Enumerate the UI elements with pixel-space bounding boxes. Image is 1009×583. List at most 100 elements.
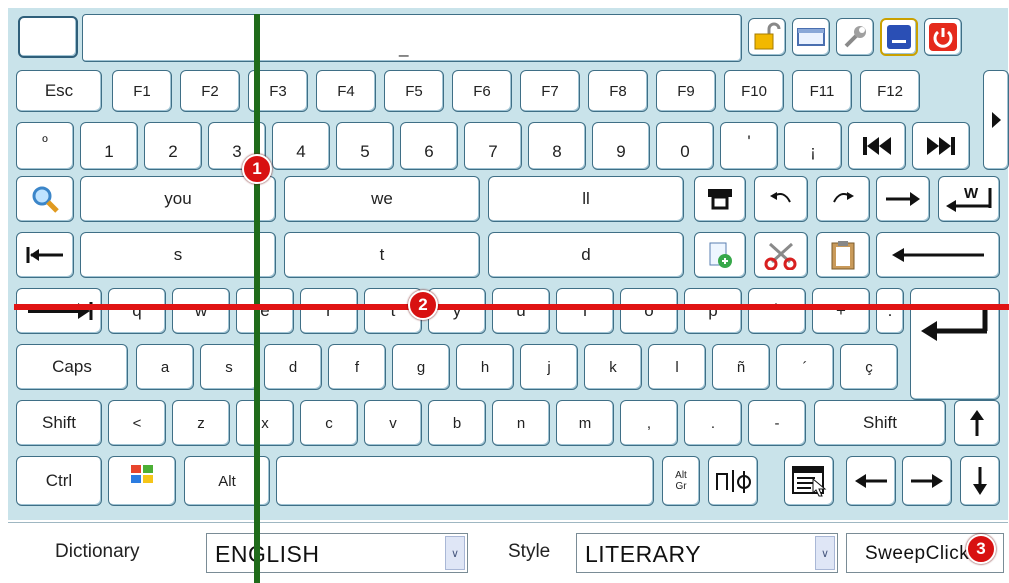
prediction-word-t[interactable]: t [284,232,480,278]
power-button[interactable] [924,18,962,56]
key-apostrophe[interactable]: ' [720,122,778,170]
key-f9[interactable]: F9 [656,70,716,112]
key-o[interactable]: o [620,288,678,334]
undo-button[interactable] [754,176,808,222]
chevron-down-icon[interactable]: ∨ [815,536,835,570]
key-f2[interactable]: F2 [180,70,240,112]
text-entry-field[interactable]: _ [82,14,742,62]
key-f7[interactable]: F7 [520,70,580,112]
key-d[interactable]: d [264,344,322,390]
dictionary-select[interactable]: ENGLISH ∨ [206,533,468,573]
key-f4[interactable]: F4 [316,70,376,112]
key-8[interactable]: 8 [528,122,586,170]
key-e[interactable]: e [236,288,294,334]
key-minus[interactable]: - [748,400,806,446]
key-6[interactable]: 6 [400,122,458,170]
key-less-than[interactable]: < [108,400,166,446]
prediction-box[interactable] [18,16,78,58]
space-bar[interactable] [276,456,654,506]
prediction-word-ll[interactable]: ll [488,176,684,222]
arrow-down-key[interactable] [960,456,1000,506]
key-f11[interactable]: F11 [792,70,852,112]
prediction-word-we[interactable]: we [284,176,480,222]
altgr-key[interactable]: Alt Gr [662,456,700,506]
key-5[interactable]: 5 [336,122,394,170]
key-inverted-exclamation[interactable]: ¡ [784,122,842,170]
key-7[interactable]: 7 [464,122,522,170]
arrow-right-key[interactable] [902,456,952,506]
key-ordinal[interactable]: º [16,122,74,170]
key-g[interactable]: g [392,344,450,390]
tab-forward-button[interactable] [876,176,930,222]
key-n-tilde[interactable]: ñ [712,344,770,390]
key-f10[interactable]: F10 [724,70,784,112]
windows-key[interactable] [108,456,176,506]
settings-button[interactable] [836,18,874,56]
redo-button[interactable] [816,176,870,222]
key-period-top[interactable]: . [876,288,904,334]
backtab-button[interactable] [16,232,74,278]
key-s[interactable]: s [200,344,258,390]
key-f8[interactable]: F8 [588,70,648,112]
paste-document-button[interactable] [694,232,746,278]
key-period[interactable]: . [684,400,742,446]
language-switch-key[interactable] [708,456,758,506]
key-q[interactable]: q [108,288,166,334]
arrow-up-key[interactable] [954,400,1000,446]
key-n[interactable]: n [492,400,550,446]
minimize-button[interactable] [880,18,918,56]
key-h[interactable]: h [456,344,514,390]
key-4[interactable]: 4 [272,122,330,170]
chevron-down-icon[interactable]: ∨ [445,536,465,570]
key-v[interactable]: v [364,400,422,446]
insert-word-button[interactable]: W [938,176,1000,222]
lock-button[interactable] [748,18,786,56]
key-acute[interactable]: ´ [776,344,834,390]
context-menu-key[interactable] [784,456,834,506]
key-m[interactable]: m [556,400,614,446]
key-2[interactable]: 2 [144,122,202,170]
key-u[interactable]: u [492,288,550,334]
backspace-button[interactable] [876,232,1000,278]
key-p[interactable]: p [684,288,742,334]
search-button[interactable] [16,176,74,222]
key-grave[interactable]: ` [748,288,806,334]
style-select[interactable]: LITERARY ∨ [576,533,838,573]
print-button[interactable] [694,176,746,222]
shift-left-key[interactable]: Shift [16,400,102,446]
ctrl-key[interactable]: Ctrl [16,456,102,506]
key-plus[interactable]: + [812,288,870,334]
prediction-word-s[interactable]: s [80,232,276,278]
key-b[interactable]: b [428,400,486,446]
tab-key[interactable] [16,288,102,334]
more-keys-button[interactable] [983,70,1009,170]
key-c[interactable]: c [300,400,358,446]
key-f5[interactable]: F5 [384,70,444,112]
key-x[interactable]: x [236,400,294,446]
key-f[interactable]: f [328,344,386,390]
key-0[interactable]: 0 [656,122,714,170]
key-f12[interactable]: F12 [860,70,920,112]
key-esc[interactable]: Esc [16,70,102,112]
key-comma[interactable]: , [620,400,678,446]
key-f6[interactable]: F6 [452,70,512,112]
previous-prediction-button[interactable] [848,122,906,170]
key-9[interactable]: 9 [592,122,650,170]
key-i[interactable]: i [556,288,614,334]
shift-right-key[interactable]: Shift [814,400,946,446]
key-k[interactable]: k [584,344,642,390]
prediction-word-d[interactable]: d [488,232,684,278]
key-l[interactable]: l [648,344,706,390]
key-j[interactable]: j [520,344,578,390]
key-z[interactable]: z [172,400,230,446]
key-a[interactable]: a [136,344,194,390]
paste-button[interactable] [816,232,870,278]
arrow-left-key[interactable] [846,456,896,506]
next-prediction-button[interactable] [912,122,970,170]
prediction-word-you[interactable]: you [80,176,276,222]
key-f1[interactable]: F1 [112,70,172,112]
cut-button[interactable] [754,232,808,278]
window-button[interactable] [792,18,830,56]
caps-lock-key[interactable]: Caps [16,344,128,390]
key-w[interactable]: w [172,288,230,334]
